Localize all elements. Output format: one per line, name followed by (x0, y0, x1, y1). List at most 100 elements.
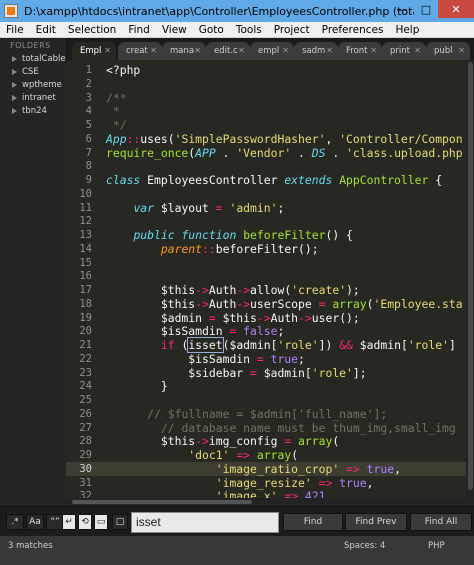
menu-preferences[interactable]: Preferences (316, 24, 390, 36)
close-tab-icon[interactable]: ✕ (370, 42, 377, 60)
code-line[interactable]: $admin = $this->Auth->user(); (106, 311, 360, 325)
tab-public[interactable]: publ ✕ (426, 42, 470, 60)
code-line[interactable]: $isSamdin = false; (106, 324, 284, 338)
menu-help[interactable]: Help (389, 24, 425, 36)
close-tab-icon[interactable]: ✕ (458, 42, 465, 60)
menu-selection[interactable]: Selection (62, 24, 122, 36)
close-tab-icon[interactable]: ✕ (238, 42, 245, 60)
code-token: $isSamdin (106, 351, 257, 366)
status-bar: 3 matches Spaces: 4 PHP (0, 536, 474, 565)
code-line[interactable]: App::uses('SimplePasswordHasher', 'Contr… (106, 132, 463, 146)
code-token: ; (277, 324, 285, 339)
highlight-matches-toggle[interactable]: □ (112, 514, 128, 530)
expand-arrow-icon[interactable] (12, 107, 17, 114)
menu-goto[interactable]: Goto (193, 24, 230, 36)
horizontal-scrollbar[interactable] (66, 498, 474, 506)
menu-project[interactable]: Project (268, 24, 316, 36)
code-token: => (284, 489, 299, 498)
sidebar-folder-wptheme[interactable]: wptheme (0, 78, 66, 91)
maximize-button[interactable]: □ (414, 0, 438, 18)
code-line[interactable]: $this->Auth->userScope = array('Employee… (106, 297, 463, 311)
code-line[interactable]: $this->Auth->allow('create'); (106, 283, 360, 297)
in-selection-toggle[interactable]: ⟲ (78, 514, 92, 530)
code-line[interactable]: class EmployeesController extends AppCon… (106, 173, 442, 187)
code-line[interactable]: // $fullname = $admin['full_name']; (106, 407, 387, 421)
close-tab-icon[interactable]: ✕ (194, 42, 201, 60)
close-tab-icon[interactable]: ✕ (282, 42, 289, 60)
scrollbar-thumb[interactable] (72, 500, 252, 504)
code-line[interactable]: public function beforeFilter() { (106, 228, 352, 242)
code-line[interactable]: $isSamdin = true; (106, 352, 305, 366)
code-token: => (346, 461, 360, 476)
code-line[interactable]: 'image_ratio_crop' => true, (106, 462, 401, 476)
tab-employee[interactable]: empl ✕ (250, 42, 294, 60)
sidebar-folder-totalcable[interactable]: totalCable (0, 52, 66, 65)
tab-print[interactable]: print ✕ (382, 42, 426, 60)
code-token: => (236, 448, 251, 462)
case-sensitive-toggle[interactable]: Aa (26, 514, 44, 530)
code-line[interactable]: } (106, 379, 168, 393)
find-button[interactable]: Find (283, 513, 343, 531)
highlight-toggle[interactable]: ▭ (94, 514, 108, 530)
code-line[interactable]: $this->img_config = array( (106, 434, 339, 448)
scrollbar-thumb[interactable] (468, 62, 473, 490)
code-line[interactable]: parent::beforeFilter(); (106, 242, 319, 256)
find-input[interactable]: isset (131, 512, 279, 533)
find-prev-button[interactable]: Find Prev (345, 513, 407, 531)
code-line[interactable]: // database name must be thum_img,small_… (106, 421, 456, 435)
sidebar-folder-tbn24[interactable]: tbn24 (0, 104, 66, 117)
regex-toggle[interactable]: .* (6, 514, 24, 530)
code-line[interactable]: /** (106, 91, 127, 105)
expand-arrow-icon[interactable] (12, 68, 17, 75)
close-tab-icon[interactable]: ✕ (104, 42, 111, 60)
line-number: 26 (79, 407, 92, 420)
code-line[interactable]: var $layout = 'admin'; (106, 201, 284, 215)
close-tab-icon[interactable]: ✕ (414, 42, 421, 60)
code-token: user(); (311, 310, 360, 325)
tab-sadmin[interactable]: sadm ✕ (294, 42, 338, 60)
vertical-scrollbar[interactable] (466, 60, 474, 498)
code-editor[interactable]: 1 2 3 4 5 6 7 8 9 10 11 12 13 14 15 16 17 18 19 20 21 22 23 24 2… (66, 60, 474, 498)
code-token: img_config (208, 434, 285, 449)
code-line[interactable]: require_once(APP . 'Vendor' . DS . 'clas… (106, 146, 463, 160)
code-line[interactable]: * (106, 104, 120, 118)
code-line[interactable]: if (isset($admin['role']) && $admin['rol… (106, 337, 456, 353)
close-tab-icon[interactable]: ✕ (326, 42, 333, 60)
sidebar-folder-intranet[interactable]: intranet (0, 91, 66, 104)
tab-create[interactable]: creat ✕ (118, 42, 162, 60)
code-line[interactable]: $sidebar = $admin['role']; (106, 366, 366, 380)
code-line[interactable]: */ (106, 118, 127, 132)
find-all-button[interactable]: Find All (410, 513, 472, 531)
sidebar-folder-cse[interactable]: CSE (0, 65, 66, 78)
code-token: $this (106, 283, 196, 297)
tab-manage[interactable]: mana ✕ (162, 42, 206, 60)
tab-edit[interactable]: edit.c ✕ (206, 42, 250, 60)
menu-find[interactable]: Find (122, 24, 156, 36)
code-line[interactable]: 'doc1' => array( (106, 448, 298, 462)
indentation-status[interactable]: Spaces: 4 (344, 541, 385, 551)
menu-file[interactable]: File (0, 24, 30, 36)
close-tab-icon[interactable]: ✕ (150, 42, 157, 60)
code-token: parent (160, 241, 203, 256)
expand-arrow-icon[interactable] (12, 81, 17, 88)
expand-arrow-icon[interactable] (12, 55, 17, 62)
close-button[interactable]: ✕ (438, 0, 474, 18)
tab-front[interactable]: Front ✕ (338, 42, 382, 60)
menu-view[interactable]: View (156, 24, 193, 36)
tab-employeescontroller[interactable]: Empl ✕ (72, 42, 116, 60)
code-area[interactable]: <?php/** * */App::uses('SimplePasswordHa… (106, 60, 474, 498)
line-number-gutter: 1 2 3 4 5 6 7 8 9 10 11 12 13 14 15 16 17 18 19 20 21 22 23 24 2… (66, 60, 100, 498)
menu-tools[interactable]: Tools (230, 24, 268, 36)
menu-edit[interactable]: Edit (30, 24, 62, 36)
code-line[interactable]: 'image_resize' => true, (106, 476, 374, 490)
wrap-toggle[interactable]: ↵ (62, 514, 76, 530)
minimize-button[interactable]: — (390, 0, 414, 18)
code-line[interactable]: 'image_x' => 421 (106, 489, 326, 498)
code-line[interactable]: <?php (106, 63, 140, 77)
syntax-status[interactable]: PHP (428, 541, 445, 551)
expand-arrow-icon[interactable] (12, 94, 17, 101)
code-token: . (325, 145, 347, 160)
